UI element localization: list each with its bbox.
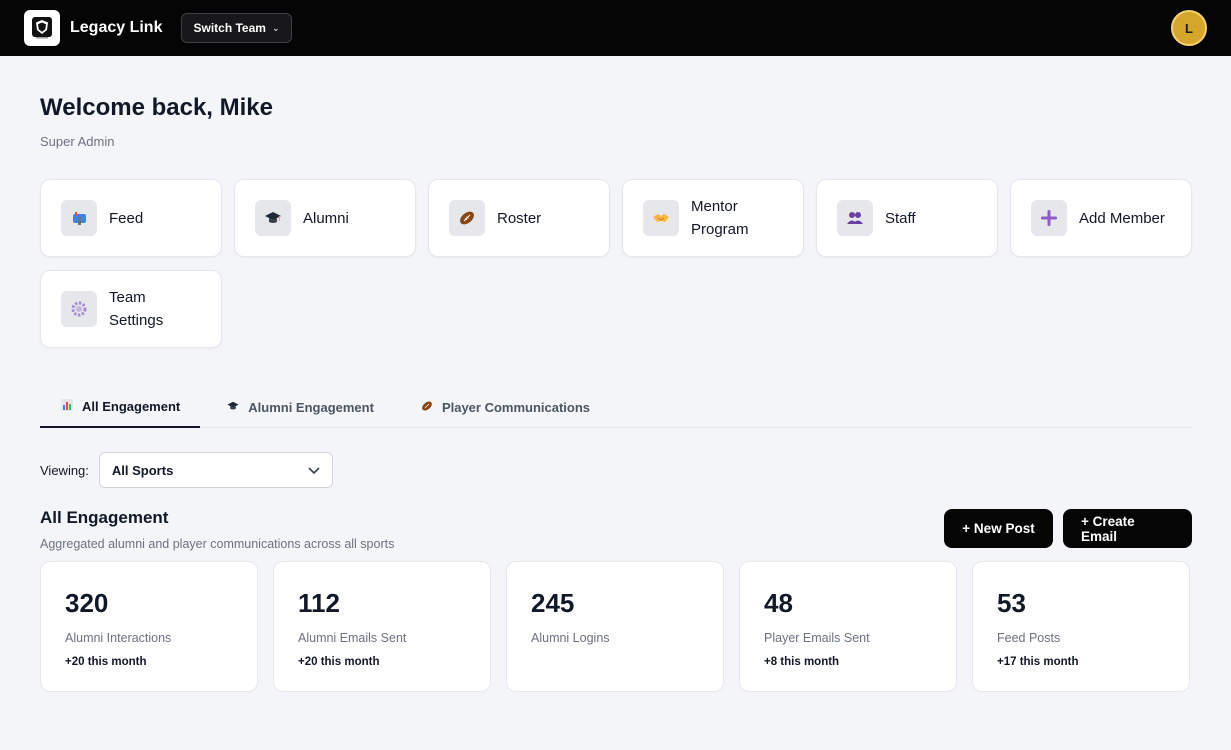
stat-label: Player Emails Sent (764, 631, 870, 645)
stat-label: Alumni Emails Sent (298, 631, 407, 645)
stat-value: 245 (531, 588, 575, 618)
stat-card-player-emails-sent: 48 Player Emails Sent +8 this month (739, 561, 957, 692)
tile-add-member[interactable]: Add Member (1010, 179, 1192, 257)
sport-filter: Viewing: All Sports (40, 452, 1192, 488)
tile-label: Team Settings (109, 289, 164, 329)
create-email-button[interactable]: + Create Email (1063, 509, 1192, 548)
stat-label: Alumni Interactions (65, 631, 172, 645)
stat-card-alumni-interactions: 320 Alumni Interactions +20 this month (40, 561, 258, 692)
plus-icon (1031, 200, 1067, 236)
switch-team-label: Switch Team (193, 21, 266, 35)
tab-alumni-engagement[interactable]: Alumni Engagement (206, 386, 394, 428)
gear-icon (61, 291, 97, 327)
engagement-tabs: All Engagement Alumni Engagement Player … (40, 386, 1192, 428)
tile-label: Staff (885, 209, 916, 227)
tile-staff[interactable]: Staff (816, 179, 998, 257)
switch-team-button[interactable]: Switch Team ⌄ (181, 13, 292, 43)
stat-delta: +8 this month (764, 656, 840, 668)
stat-delta: +17 this month (997, 656, 1079, 668)
stat-delta: +20 this month (298, 656, 380, 668)
tab-label: Alumni Engagement (248, 399, 374, 415)
stat-label: Alumni Logins (531, 631, 610, 645)
graduation-cap-icon (255, 200, 291, 236)
tab-label: All Engagement (82, 398, 181, 414)
bar-chart-icon (60, 398, 74, 415)
tile-team-settings[interactable]: Team Settings (40, 270, 222, 348)
people-icon (837, 200, 873, 236)
section-header: All Engagement Aggregated alumni and pla… (40, 508, 1192, 551)
stat-card-alumni-logins: 245 Alumni Logins (506, 561, 724, 692)
stat-value: 112 (298, 588, 340, 618)
tile-alumni[interactable]: Alumni (234, 179, 416, 257)
stat-value: 320 (65, 588, 109, 618)
team-logo[interactable] (24, 10, 60, 46)
page-title: Welcome back, Mike (40, 94, 273, 121)
user-avatar[interactable]: L (1171, 10, 1207, 46)
stat-value: 53 (997, 588, 1026, 618)
sport-select[interactable]: All Sports (98, 452, 333, 488)
tile-label: Alumni (303, 209, 349, 227)
quick-actions-grid: Feed Alumni Roster Mentor Program Staff (40, 179, 1192, 348)
top-navigation-bar: Legacy Link Switch Team ⌄ L (0, 0, 1231, 56)
section-subtitle: Aggregated alumni and player communicati… (40, 537, 395, 551)
stat-delta: +20 this month (65, 656, 147, 668)
shield-logo-icon (32, 17, 52, 39)
tile-label: Add Member (1079, 209, 1165, 227)
main-content: Welcome back, Mike Super Admin Feed Alum… (0, 94, 1231, 692)
football-icon (449, 200, 485, 236)
stats-grid: 320 Alumni Interactions +20 this month 1… (40, 561, 1192, 692)
new-post-button[interactable]: + New Post (944, 509, 1053, 548)
tile-label: Roster (497, 209, 542, 227)
tile-feed[interactable]: Feed (40, 179, 222, 257)
graduation-cap-icon (226, 399, 240, 416)
tile-label: Feed (109, 209, 144, 227)
handshake-icon (643, 200, 679, 236)
user-role: Super Admin (40, 134, 115, 149)
tile-roster[interactable]: Roster (428, 179, 610, 257)
tile-mentor-program[interactable]: Mentor Program (622, 179, 804, 257)
tab-all-engagement[interactable]: All Engagement (40, 386, 201, 428)
tab-label: Player Communications (441, 399, 591, 415)
section-title: All Engagement (40, 508, 169, 527)
mailbox-icon (61, 200, 97, 236)
stat-card-feed-posts: 53 Feed Posts +17 this month (972, 561, 1190, 692)
tab-player-communications[interactable]: Player Communications (400, 386, 610, 428)
sport-select-value: All Sports (111, 462, 174, 478)
app-brand-name: Legacy Link (70, 19, 163, 36)
chevron-down-icon: ⌄ (271, 22, 280, 33)
viewing-label: Viewing: (40, 462, 89, 478)
tile-label: Mentor Program (691, 198, 749, 238)
stat-card-alumni-emails-sent: 112 Alumni Emails Sent +20 this month (273, 561, 491, 692)
chevron-down-icon (308, 463, 320, 478)
football-icon (420, 399, 434, 416)
stat-value: 48 (764, 588, 793, 618)
stat-label: Feed Posts (997, 631, 1061, 645)
